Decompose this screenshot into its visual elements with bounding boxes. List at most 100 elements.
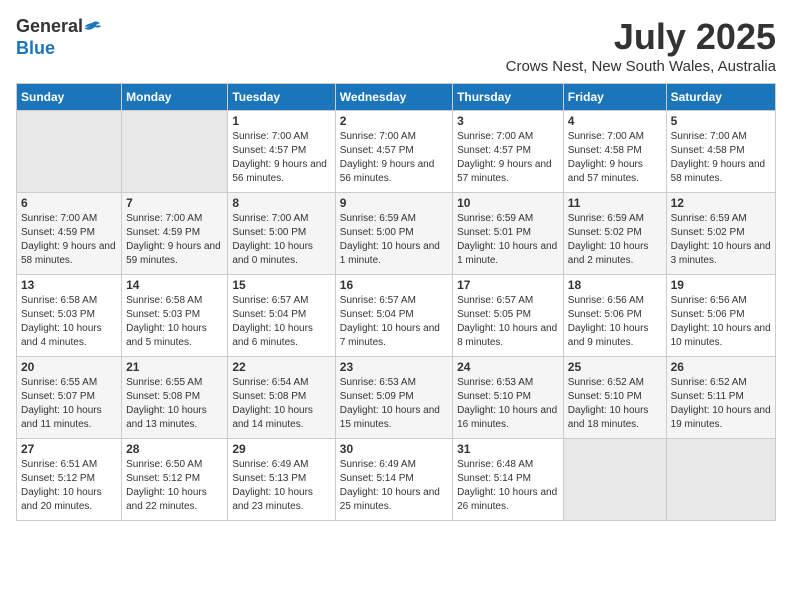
day-number: 9 bbox=[340, 196, 448, 210]
logo-bird-icon bbox=[84, 20, 102, 34]
day-number: 19 bbox=[671, 278, 771, 292]
calendar-cell: 5Sunrise: 7:00 AMSunset: 4:58 PMDaylight… bbox=[666, 111, 775, 193]
calendar-cell: 4 Sunrise: 7:00 AMSunset: 4:58 PMDaylight… bbox=[563, 111, 666, 193]
calendar-cell: 3 Sunrise: 7:00 AMSunset: 4:57 PMDaylight… bbox=[453, 111, 564, 193]
day-number: 14 bbox=[126, 278, 223, 292]
calendar-cell: 18 Sunrise: 6:56 AMSunset: 5:06 PMDayligh… bbox=[563, 275, 666, 357]
cell-details: Sunrise: 6:59 AMSunset: 5:02 PMDaylight:… bbox=[568, 212, 662, 268]
day-number: 18 bbox=[568, 278, 662, 292]
cell-details: Sunrise: 7:00 AMSunset: 4:59 PMDaylight:… bbox=[126, 212, 223, 268]
col-header-saturday: Saturday bbox=[666, 84, 775, 111]
calendar-cell: 24Sunrise: 6:53 AMSunset: 5:10 PMDayligh… bbox=[453, 357, 564, 439]
day-number: 11 bbox=[568, 196, 662, 210]
calendar-cell: 10Sunrise: 6:59 AMSunset: 5:01 PMDayligh… bbox=[453, 193, 564, 275]
day-number: 7 bbox=[126, 196, 223, 210]
cell-details: Sunrise: 6:58 AMSunset: 5:03 PMDaylight:… bbox=[126, 294, 223, 350]
location-subtitle: Crows Nest, New South Wales, Australia bbox=[506, 58, 776, 75]
col-header-wednesday: Wednesday bbox=[335, 84, 452, 111]
calendar-cell: 16 Sunrise: 6:57 AMSunset: 5:04 PMDayligh… bbox=[335, 275, 452, 357]
cell-details: Sunrise: 7:00 AMSunset: 4:57 PMDaylight:… bbox=[232, 130, 330, 186]
calendar-cell: 7 Sunrise: 7:00 AMSunset: 4:59 PMDaylight… bbox=[122, 193, 228, 275]
cell-details: Sunrise: 6:58 AMSunset: 5:03 PMDaylight:… bbox=[21, 294, 117, 350]
day-number: 27 bbox=[21, 442, 117, 456]
calendar-cell: 8 Sunrise: 7:00 AMSunset: 5:00 PMDaylight… bbox=[228, 193, 335, 275]
day-number: 4 bbox=[568, 114, 662, 128]
calendar-cell: 12 Sunrise: 6:59 AMSunset: 5:02 PMDayligh… bbox=[666, 193, 775, 275]
calendar-week-row: 27 Sunrise: 6:51 AMSunset: 5:12 PMDayligh… bbox=[17, 439, 776, 521]
cell-details: Sunrise: 7:00 AMSunset: 4:57 PMDaylight:… bbox=[457, 130, 559, 186]
cell-details: Sunrise: 6:49 AMSunset: 5:14 PMDaylight:… bbox=[340, 458, 448, 514]
calendar-cell: 29 Sunrise: 6:49 AMSunset: 5:13 PMDayligh… bbox=[228, 439, 335, 521]
calendar-cell: 6Sunrise: 7:00 AMSunset: 4:59 PMDaylight… bbox=[17, 193, 122, 275]
day-number: 12 bbox=[671, 196, 771, 210]
calendar-cell: 30 Sunrise: 6:49 AMSunset: 5:14 PMDayligh… bbox=[335, 439, 452, 521]
day-number: 15 bbox=[232, 278, 330, 292]
day-number: 13 bbox=[21, 278, 117, 292]
calendar-week-row: 20Sunrise: 6:55 AMSunset: 5:07 PMDayligh… bbox=[17, 357, 776, 439]
cell-details: Sunrise: 6:56 AMSunset: 5:06 PMDaylight:… bbox=[568, 294, 662, 350]
col-header-thursday: Thursday bbox=[453, 84, 564, 111]
day-number: 2 bbox=[340, 114, 448, 128]
day-number: 8 bbox=[232, 196, 330, 210]
page-header: General Blue July 2025 Crows Nest, New S… bbox=[16, 16, 776, 75]
cell-details: Sunrise: 6:49 AMSunset: 5:13 PMDaylight:… bbox=[232, 458, 330, 514]
calendar-cell: 27 Sunrise: 6:51 AMSunset: 5:12 PMDayligh… bbox=[17, 439, 122, 521]
logo-text-general: General bbox=[16, 16, 83, 38]
day-number: 5 bbox=[671, 114, 771, 128]
cell-details: Sunrise: 6:52 AMSunset: 5:11 PMDaylight:… bbox=[671, 376, 771, 432]
day-number: 21 bbox=[126, 360, 223, 374]
day-number: 16 bbox=[340, 278, 448, 292]
day-number: 30 bbox=[340, 442, 448, 456]
calendar-cell bbox=[122, 111, 228, 193]
cell-details: Sunrise: 7:00 AMSunset: 4:58 PMDaylight:… bbox=[568, 130, 662, 186]
calendar-cell bbox=[666, 439, 775, 521]
calendar-cell: 23Sunrise: 6:53 AMSunset: 5:09 PMDayligh… bbox=[335, 357, 452, 439]
calendar-week-row: 6 Sunrise: 7:00 AMSunset: 4:59 PMDaylight… bbox=[17, 193, 776, 275]
day-number: 3 bbox=[457, 114, 559, 128]
day-number: 6 bbox=[21, 196, 117, 210]
title-section: July 2025 Crows Nest, New South Wales, A… bbox=[506, 16, 776, 75]
cell-details: Sunrise: 6:52 AMSunset: 5:10 PMDaylight:… bbox=[568, 376, 662, 432]
day-number: 25 bbox=[568, 360, 662, 374]
cell-details: Sunrise: 6:55 AMSunset: 5:08 PMDaylight:… bbox=[126, 376, 223, 432]
calendar-cell: 19 Sunrise: 6:56 AMSunset: 5:06 PMDayligh… bbox=[666, 275, 775, 357]
calendar-table: SundayMondayTuesdayWednesdayThursdayFrid… bbox=[16, 83, 776, 521]
cell-details: Sunrise: 7:00 AMSunset: 4:57 PMDaylight:… bbox=[340, 130, 448, 186]
logo: General Blue bbox=[16, 16, 104, 59]
calendar-cell: 31 Sunrise: 6:48 AMSunset: 5:14 PMDayligh… bbox=[453, 439, 564, 521]
cell-details: Sunrise: 7:00 AMSunset: 5:00 PMDaylight:… bbox=[232, 212, 330, 268]
col-header-tuesday: Tuesday bbox=[228, 84, 335, 111]
day-number: 17 bbox=[457, 278, 559, 292]
cell-details: Sunrise: 6:48 AMSunset: 5:14 PMDaylight:… bbox=[457, 458, 559, 514]
calendar-cell: 11 Sunrise: 6:59 AMSunset: 5:02 PMDayligh… bbox=[563, 193, 666, 275]
col-header-sunday: Sunday bbox=[17, 84, 122, 111]
cell-details: Sunrise: 6:53 AMSunset: 5:10 PMDaylight:… bbox=[457, 376, 559, 432]
calendar-cell: 17 Sunrise: 6:57 AMSunset: 5:05 PMDayligh… bbox=[453, 275, 564, 357]
calendar-cell: 25 Sunrise: 6:52 AMSunset: 5:10 PMDayligh… bbox=[563, 357, 666, 439]
calendar-header-row: SundayMondayTuesdayWednesdayThursdayFrid… bbox=[17, 84, 776, 111]
day-number: 29 bbox=[232, 442, 330, 456]
calendar-cell: 1Sunrise: 7:00 AMSunset: 4:57 PMDaylight… bbox=[228, 111, 335, 193]
day-number: 31 bbox=[457, 442, 559, 456]
cell-details: Sunrise: 6:56 AMSunset: 5:06 PMDaylight:… bbox=[671, 294, 771, 350]
calendar-cell: 9 Sunrise: 6:59 AMSunset: 5:00 PMDaylight… bbox=[335, 193, 452, 275]
cell-details: Sunrise: 6:59 AMSunset: 5:02 PMDaylight:… bbox=[671, 212, 771, 268]
calendar-cell: 13 Sunrise: 6:58 AMSunset: 5:03 PMDayligh… bbox=[17, 275, 122, 357]
cell-details: Sunrise: 6:51 AMSunset: 5:12 PMDaylight:… bbox=[21, 458, 117, 514]
calendar-cell: 26Sunrise: 6:52 AMSunset: 5:11 PMDayligh… bbox=[666, 357, 775, 439]
calendar-cell: 20Sunrise: 6:55 AMSunset: 5:07 PMDayligh… bbox=[17, 357, 122, 439]
cell-details: Sunrise: 6:59 AMSunset: 5:00 PMDaylight:… bbox=[340, 212, 448, 268]
cell-details: Sunrise: 6:57 AMSunset: 5:04 PMDaylight:… bbox=[232, 294, 330, 350]
calendar-cell: 28Sunrise: 6:50 AMSunset: 5:12 PMDayligh… bbox=[122, 439, 228, 521]
cell-details: Sunrise: 6:57 AMSunset: 5:05 PMDaylight:… bbox=[457, 294, 559, 350]
cell-details: Sunrise: 6:57 AMSunset: 5:04 PMDaylight:… bbox=[340, 294, 448, 350]
month-year-title: July 2025 bbox=[506, 16, 776, 58]
cell-details: Sunrise: 6:59 AMSunset: 5:01 PMDaylight:… bbox=[457, 212, 559, 268]
col-header-friday: Friday bbox=[563, 84, 666, 111]
logo-text-blue: Blue bbox=[16, 38, 55, 60]
day-number: 22 bbox=[232, 360, 330, 374]
calendar-cell: 21 Sunrise: 6:55 AMSunset: 5:08 PMDayligh… bbox=[122, 357, 228, 439]
calendar-cell: 15 Sunrise: 6:57 AMSunset: 5:04 PMDayligh… bbox=[228, 275, 335, 357]
day-number: 20 bbox=[21, 360, 117, 374]
col-header-monday: Monday bbox=[122, 84, 228, 111]
